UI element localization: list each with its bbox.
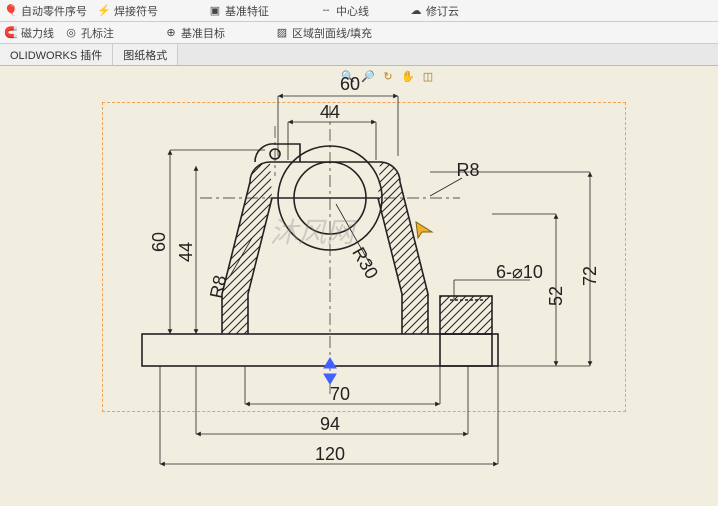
tool-label: 基准特征	[225, 3, 269, 19]
toolbar-row-2: 🧲 磁力线 ◎ 孔标注 ⊕ 基准目标 ▨ 区域剖面线/填充	[0, 22, 718, 44]
dim-bot120: 120	[315, 444, 345, 464]
cloud-icon: ☁	[409, 4, 423, 18]
drawing-canvas[interactable]: 🔍 🔎 ↻ ✋ ◫	[0, 66, 718, 506]
magnetic-line-tool[interactable]: 🧲 磁力线	[4, 25, 54, 41]
dim-right52: 52	[546, 286, 566, 306]
magnet-icon: 🧲	[4, 26, 18, 40]
tool-label: 自动零件序号	[21, 3, 87, 19]
dim-top44: 44	[320, 102, 340, 122]
weld-icon: ⚡	[97, 4, 111, 18]
dim-rightR8: R8	[456, 160, 479, 180]
dim-top60: 60	[340, 74, 360, 94]
dim-R30: R30	[348, 244, 382, 283]
drawing-svg: 60 44 60 44 R8 R8 R30 72 52 6-⌀10 70 94 …	[0, 66, 718, 506]
tab-solidworks-plugin[interactable]: OLIDWORKS 插件	[0, 44, 113, 65]
tab-sheet-format[interactable]: 图纸格式	[113, 44, 178, 65]
hole-icon: ◎	[64, 26, 78, 40]
dim-bot70: 70	[330, 384, 350, 404]
tab-row: OLIDWORKS 插件 图纸格式	[0, 44, 718, 66]
tool-label: 中心线	[336, 3, 369, 19]
tab-label: OLIDWORKS 插件	[10, 50, 102, 62]
weld-symbol-tool[interactable]: ⚡ 焊接符号	[97, 3, 158, 19]
dim-right72: 72	[580, 266, 600, 286]
tab-label: 图纸格式	[123, 50, 167, 62]
tool-label: 焊接符号	[114, 3, 158, 19]
auto-part-number-tool[interactable]: 🎈 自动零件序号	[4, 3, 87, 19]
tool-label: 区域剖面线/填充	[292, 25, 372, 41]
datum-target-tool[interactable]: ⊕ 基准目标	[164, 25, 225, 41]
datum-feature-tool[interactable]: ▣ 基准特征	[208, 3, 269, 19]
cursor-icon	[416, 222, 432, 238]
revision-cloud-tool[interactable]: ☁ 修订云	[409, 3, 459, 19]
tool-label: 磁力线	[21, 25, 54, 41]
dim-hole-note: 6-⌀10	[496, 262, 543, 282]
dim-left44: 44	[176, 242, 196, 262]
balloon-icon: 🎈	[4, 4, 18, 18]
tool-label: 孔标注	[81, 25, 114, 41]
hole-callout-tool[interactable]: ◎ 孔标注	[64, 25, 114, 41]
centerline-icon: ╌	[319, 4, 333, 18]
dim-bot94: 94	[320, 414, 340, 434]
datum-icon: ▣	[208, 4, 222, 18]
target-icon: ⊕	[164, 26, 178, 40]
toolbar-row-1: 🎈 自动零件序号 ⚡ 焊接符号 ▣ 基准特征 ╌ 中心线 ☁ 修订云	[0, 0, 718, 22]
area-hatch-tool[interactable]: ▨ 区域剖面线/填充	[275, 25, 372, 41]
hatch-icon: ▨	[275, 26, 289, 40]
centerline-tool[interactable]: ╌ 中心线	[319, 3, 369, 19]
tool-label: 修订云	[426, 3, 459, 19]
dim-left60: 60	[149, 232, 169, 252]
tool-label: 基准目标	[181, 25, 225, 41]
